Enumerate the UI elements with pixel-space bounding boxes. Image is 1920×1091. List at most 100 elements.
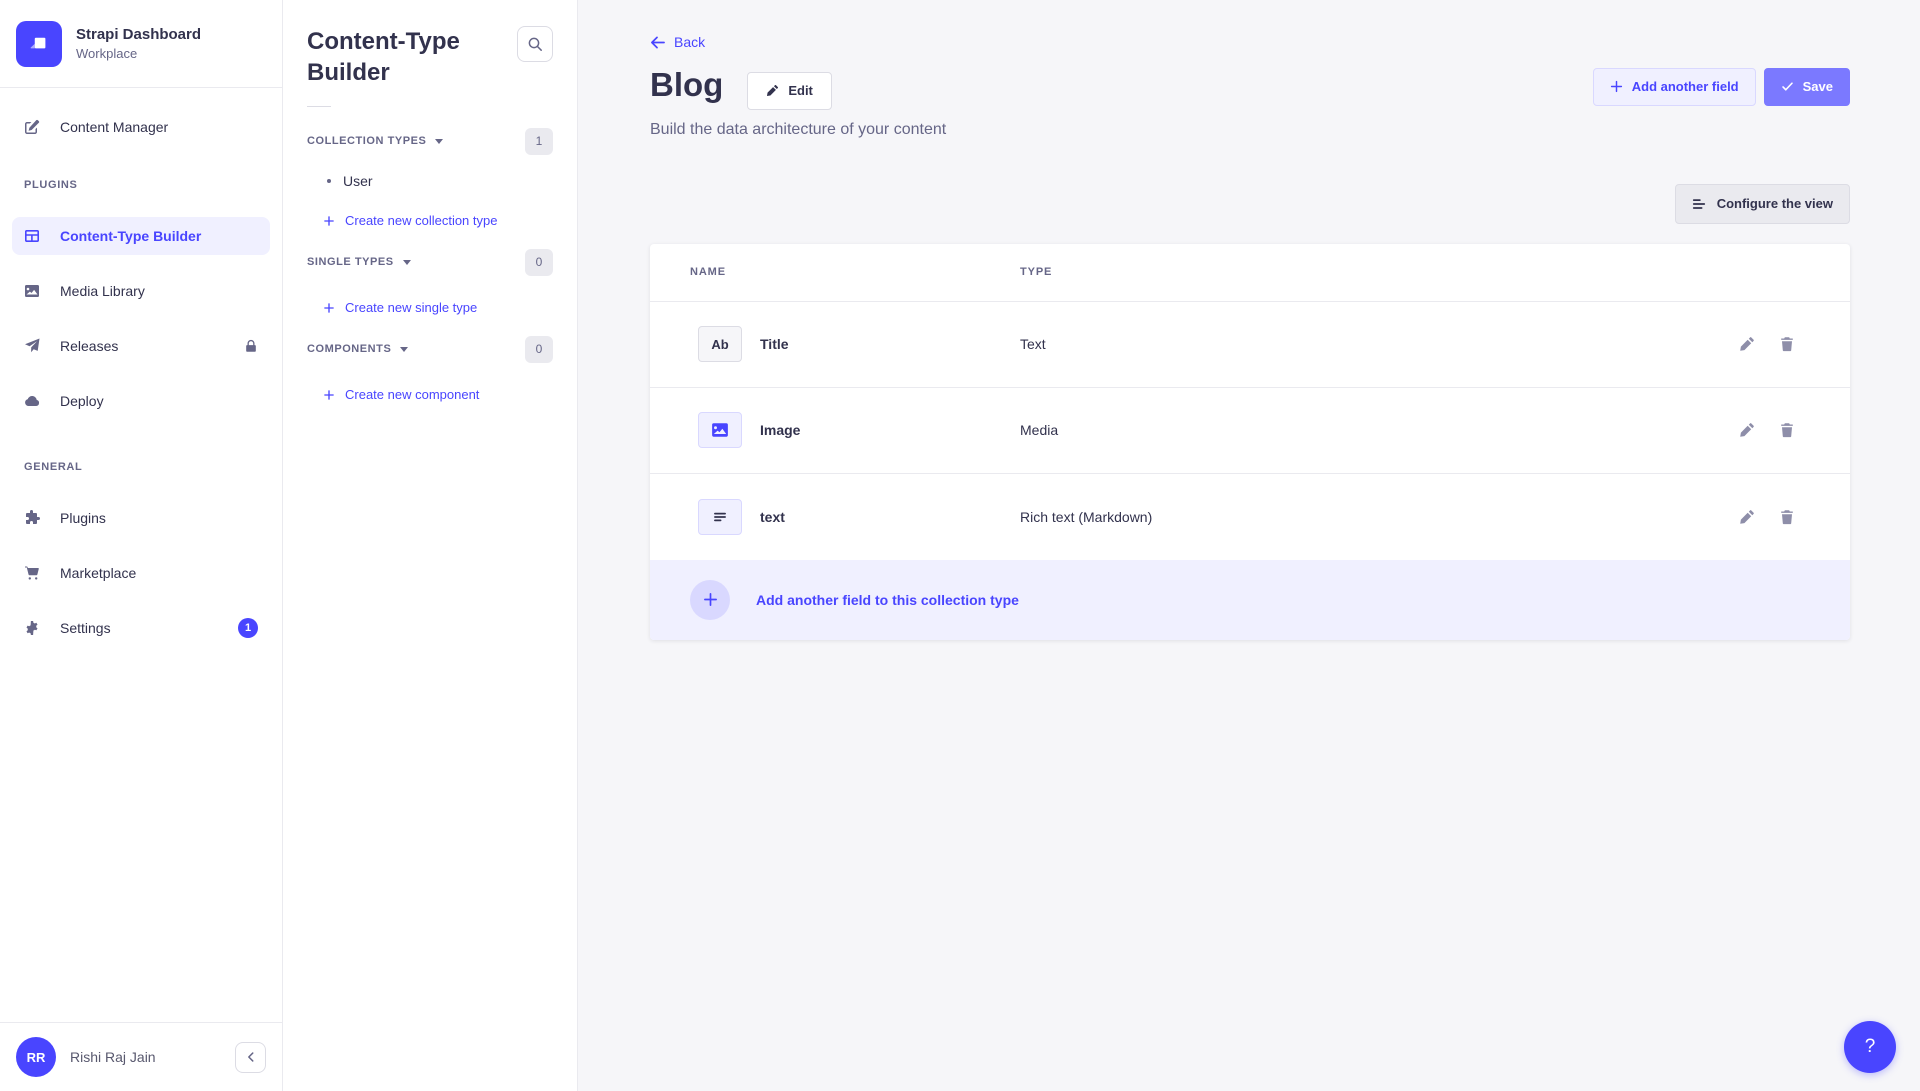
configure-the-view-button[interactable]: Configure the view [1675,184,1850,224]
bullet-icon [327,179,331,183]
media-field-icon [698,412,742,448]
workspace-subtitle: Workplace [76,46,201,61]
table-row[interactable]: Image Media [650,388,1850,474]
add-another-field-button[interactable]: Add another field [1593,68,1756,106]
subnav-title: Content-Type Builder [307,26,487,88]
paper-plane-icon [24,338,44,354]
collection-types-label: COLLECTION TYPES [307,135,426,147]
add-field-to-collection-button[interactable]: Add another field to this collection typ… [650,560,1850,640]
sidebar-collapse-button[interactable] [235,1042,266,1073]
sidebar-item-label: Releases [60,338,118,354]
layout-grid-icon [24,228,44,244]
caret-down-icon [435,139,443,144]
pen-square-icon [24,119,44,135]
plus-icon [1610,80,1623,93]
table-row[interactable]: text Rich text (Markdown) [650,474,1850,560]
components-label: COMPONENTS [307,343,391,355]
main-sidebar: Strapi Dashboard Workplace Content Manag… [0,0,283,1091]
add-field-to-collection-label: Add another field to this collection typ… [756,592,1019,608]
content-type-builder-subnav: Content-Type Builder COLLECTION TYPES 1 … [283,0,578,1091]
help-button[interactable]: ? [1844,1021,1896,1073]
field-name: text [760,509,785,525]
sidebar-item-marketplace[interactable]: Marketplace [12,554,270,592]
text-field-icon: Ab [698,326,742,362]
pencil-icon [766,84,779,97]
page-header: Blog Edit Add another field [650,68,1850,110]
create-new-component-link[interactable]: Create new component [323,387,553,402]
page-title: Blog [650,68,723,103]
fields-table: NAME TYPE Ab Title Text [650,244,1850,640]
search-icon [527,36,543,52]
edit-field-button[interactable] [1738,508,1756,526]
save-button[interactable]: Save [1764,68,1850,106]
arrow-left-icon [650,35,665,50]
components-count: 0 [525,336,553,363]
puzzle-icon [24,510,44,526]
field-name: Title [760,336,789,352]
field-name: Image [760,422,800,438]
list-toolbar: Configure the view [650,184,1850,224]
pencil-icon [1739,336,1755,352]
layout-lines-icon [1692,197,1706,211]
sidebar-item-content-type-builder[interactable]: Content-Type Builder [12,217,270,255]
sidebar-section-general: GENERAL [24,461,270,473]
sidebar-item-plugins[interactable]: Plugins [12,499,270,537]
shopping-cart-icon [24,565,44,581]
app-root: Strapi Dashboard Workplace Content Manag… [0,0,1920,1091]
delete-field-button[interactable] [1778,508,1796,526]
collection-type-label: User [343,173,373,189]
field-type: Text [1020,336,1738,352]
header-actions: Add another field Save [1593,68,1850,106]
collection-types-count: 1 [525,128,553,155]
delete-field-button[interactable] [1778,335,1796,353]
settings-notification-badge: 1 [238,618,258,638]
sidebar-item-content-manager[interactable]: Content Manager [12,108,270,146]
sidebar-item-media-library[interactable]: Media Library [12,272,270,310]
strapi-logo-icon [16,21,62,67]
user-name: Rishi Raj Jain [70,1049,221,1065]
main-content: Back Blog Edit Add [578,0,1920,1091]
pencil-icon [1739,422,1755,438]
edit-field-button[interactable] [1738,335,1756,353]
single-types-group-header[interactable]: SINGLE TYPES 0 [307,248,553,276]
components-group-header[interactable]: COMPONENTS 0 [307,335,553,363]
single-types-label: SINGLE TYPES [307,256,394,268]
collection-type-item-user[interactable]: User [327,173,553,189]
field-type: Media [1020,422,1738,438]
sidebar-user-area: RR Rishi Raj Jain [0,1022,282,1091]
trash-icon [1779,422,1795,438]
workspace-brand[interactable]: Strapi Dashboard Workplace [0,0,282,88]
sidebar-item-label: Settings [60,620,111,636]
gear-icon [24,620,44,636]
sidebar-item-deploy[interactable]: Deploy [12,382,270,420]
sidebar-item-label: Media Library [60,283,145,299]
lock-icon [244,339,258,353]
back-link[interactable]: Back [650,34,705,50]
column-header-type: TYPE [1020,266,1052,278]
user-avatar[interactable]: RR [16,1037,56,1077]
sidebar-item-settings[interactable]: Settings 1 [12,609,270,647]
search-button[interactable] [517,26,553,62]
caret-down-icon [400,347,408,352]
divider [307,106,331,107]
plus-icon [323,215,335,227]
sidebar-item-releases[interactable]: Releases [12,327,270,365]
sidebar-item-label: Deploy [60,393,104,409]
edit-button[interactable]: Edit [747,72,832,110]
plus-icon [323,302,335,314]
sidebar-nav: Content Manager PLUGINS Content-Type Bui… [0,88,282,1022]
sidebar-item-label: Content-Type Builder [60,228,201,244]
picture-icon [24,283,44,299]
collection-types-group-header[interactable]: COLLECTION TYPES 1 [307,127,553,155]
table-row[interactable]: Ab Title Text [650,302,1850,388]
sidebar-section-plugins: PLUGINS [24,179,270,191]
sidebar-item-label: Marketplace [60,565,136,581]
richtext-field-icon [698,499,742,535]
chevron-left-icon [244,1050,258,1064]
edit-field-button[interactable] [1738,421,1756,439]
page-subtitle: Build the data architecture of your cont… [650,121,1850,139]
delete-field-button[interactable] [1778,421,1796,439]
create-new-collection-type-link[interactable]: Create new collection type [323,213,553,228]
table-header: NAME TYPE [650,244,1850,302]
create-new-single-type-link[interactable]: Create new single type [323,300,553,315]
